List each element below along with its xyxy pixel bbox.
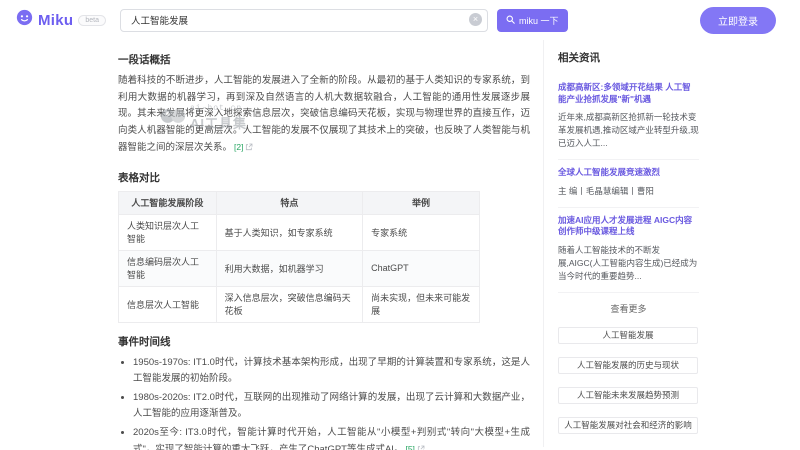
table-row: 信息编码层次人工智能 利用大数据，如机器学习 ChatGPT [119,250,480,286]
table-cell: ChatGPT [363,250,480,286]
timeline-heading: 事件时间线 [118,334,530,349]
related-search-button[interactable]: 人工智能发展 [558,327,698,344]
app-logo[interactable]: Miku beta [16,9,112,31]
table-cell: 信息层次人工智能 [119,286,217,322]
table-cell: 专家系统 [363,214,480,250]
news-title-link[interactable]: 加速AI应用人才发展进程 AIGC内容创作师中级课程上线 [558,215,699,238]
news-title-link[interactable]: 成都高新区:多领域开花结果 人工智能产业抢抓发展"新"机遇 [558,82,699,105]
clear-search-icon[interactable]: × [469,13,482,26]
timeline-item: 1950s-1970s: IT1.0时代，计算技术基本架构形成，出现了早期的计算… [133,355,530,387]
news-item: 成都高新区:多领域开花结果 人工智能产业抢抓发展"新"机遇 近年来,成都高新区抢… [558,75,699,160]
search-button[interactable]: miku 一下 [497,9,568,32]
view-more-button[interactable]: 查看更多 [558,293,699,327]
summary-paragraph: 随着科技的不断进步，人工智能的发展进入了全新的阶段。从最初的基于人类知识的专家系… [118,73,530,158]
login-button[interactable]: 立即登录 [700,7,776,34]
table-cell: 利用大数据，如机器学习 [216,250,362,286]
timeline-item: 2020s至今: IT3.0时代，智能计算时代开始，人工智能从"小模型+判别式"… [133,425,530,450]
table-header-cell: 举例 [363,191,480,214]
comparison-table: 人工智能发展阶段 特点 举例 人类知识层次人工智能 基于人类知识，如专家系统 专… [118,191,480,323]
beta-badge: beta [78,15,106,26]
timeline-text: 2020s至今: IT3.0时代，智能计算时代开始，人工智能从"小模型+判别式"… [133,427,530,450]
citation-link[interactable]: [2] [234,142,243,152]
content-area: ai-bot.cn AI工具集 一段话概括 随着科技的不断进步，人工智能的发展进… [0,40,800,450]
summary-heading: 一段话概括 [118,52,530,67]
news-title-link[interactable]: 全球人工智能发展竞速激烈 [558,167,699,179]
external-link-icon[interactable] [417,443,425,450]
timeline-text: 1980s-2020s: IT2.0时代，互联网的出现推动了网络计算的发展，出现… [133,392,530,419]
summary-text: 随着科技的不断进步，人工智能的发展进入了全新的阶段。从最初的基于人类知识的专家系… [118,75,530,153]
news-description: 随着人工智能技术的不断发展,AIGC(人工智能内容生成)已经成为当今时代的重要趋… [558,244,699,283]
search-input[interactable] [120,9,488,32]
related-search-button[interactable]: 人工智能发展的历史与现状 [558,357,698,374]
citation-link[interactable]: [5] [405,444,414,450]
miku-logo-icon [16,9,33,31]
external-link-icon[interactable] [245,141,253,158]
table-heading: 表格对比 [118,170,530,185]
news-description: 近年来,成都高新区抢抓新一轮技术变革发展机遇,推动区域产业转型升级,现已迈入人工… [558,111,699,150]
search-button-label: miku 一下 [519,14,559,27]
news-item: 全球人工智能发展竞速激烈 主 编丨毛晶慧编辑丨曹阳 [558,160,699,208]
search-box: × [120,9,488,32]
table-cell: 尚未实现，但未来可能发展 [363,286,480,322]
logo-text: Miku [38,12,73,29]
search-icon [506,15,515,26]
news-heading: 相关资讯 [558,50,699,65]
table-cell: 基于人类知识，如专家系统 [216,214,362,250]
related-search-button[interactable]: 人工智能未来发展趋势预测 [558,387,698,404]
top-bar: Miku beta × miku 一下 立即登录 [0,0,800,40]
timeline-list: 1950s-1970s: IT1.0时代，计算技术基本架构形成，出现了早期的计算… [118,355,530,450]
table-header-row: 人工智能发展阶段 特点 举例 [119,191,480,214]
table-row: 人类知识层次人工智能 基于人类知识，如专家系统 专家系统 [119,214,480,250]
table-cell: 人类知识层次人工智能 [119,214,217,250]
answer-panel: ai-bot.cn AI工具集 一段话概括 随着科技的不断进步，人工智能的发展进… [118,40,530,450]
related-search-button[interactable]: 人工智能发展对社会和经济的影响 [558,417,698,434]
table-header-cell: 人工智能发展阶段 [119,191,217,214]
news-item: 加速AI应用人才发展进程 AIGC内容创作师中级课程上线 随着人工智能技术的不断… [558,208,699,293]
related-news-panel: 相关资讯 成都高新区:多领域开花结果 人工智能产业抢抓发展"新"机遇 近年来,成… [543,40,699,447]
timeline-text: 1950s-1970s: IT1.0时代，计算技术基本架构形成，出现了早期的计算… [133,357,530,384]
table-cell: 信息编码层次人工智能 [119,250,217,286]
table-header-cell: 特点 [216,191,362,214]
table-cell: 深入信息层次，突破信息编码天花板 [216,286,362,322]
news-description: 主 编丨毛晶慧编辑丨曹阳 [558,185,699,198]
table-row: 信息层次人工智能 深入信息层次，突破信息编码天花板 尚未实现，但未来可能发展 [119,286,480,322]
timeline-item: 1980s-2020s: IT2.0时代，互联网的出现推动了网络计算的发展，出现… [133,390,530,422]
